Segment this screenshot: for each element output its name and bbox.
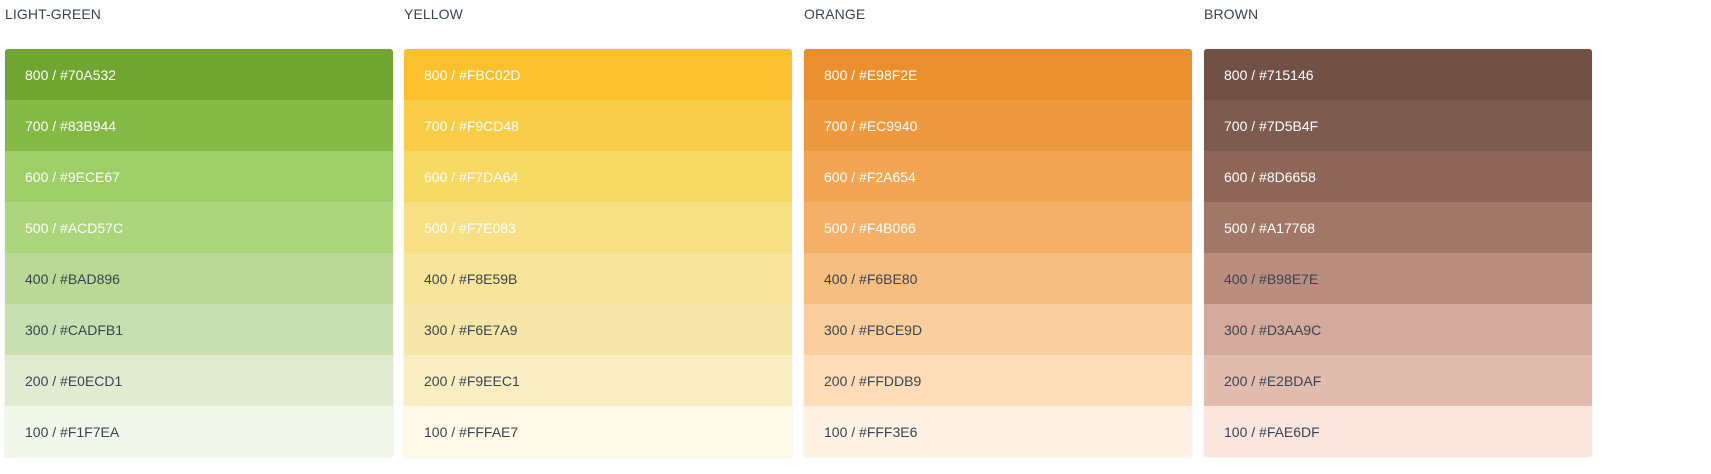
swatch-label: 100 / #FFFAE7: [424, 423, 519, 440]
swatch-label: 800 / #E98F2E: [824, 66, 918, 83]
swatch-label: 300 / #D3AA9C: [1224, 321, 1322, 338]
palette-title: YELLOW: [404, 6, 463, 22]
swatch-list: 800 / #715146 700 / #7D5B4F 600 / #8D665…: [1204, 49, 1592, 457]
swatch-label: 400 / #BAD896: [25, 270, 120, 287]
swatch-400[interactable]: 400 / #F6BE80: [804, 253, 1192, 304]
swatch-label: 600 / #8D6658: [1224, 168, 1316, 185]
swatch-label: 200 / #E2BDAF: [1224, 372, 1322, 389]
swatch-label: 400 / #F6BE80: [824, 270, 918, 287]
swatch-label: 100 / #F1F7EA: [25, 423, 120, 440]
swatch-100[interactable]: 100 / #FFFAE7: [404, 406, 792, 457]
palette-title: LIGHT-GREEN: [5, 6, 102, 22]
swatch-100[interactable]: 100 / #F1F7EA: [5, 406, 393, 457]
swatch-500[interactable]: 500 / #A17768: [1204, 202, 1592, 253]
swatch-label: 300 / #FBCE9D: [824, 321, 923, 338]
swatch-label: 500 / #F7E083: [424, 219, 516, 236]
swatch-300[interactable]: 300 / #FBCE9D: [804, 304, 1192, 355]
swatch-label: 100 / #FFF3E6: [824, 423, 918, 440]
swatch-label: 600 / #9ECE67: [25, 168, 120, 185]
swatch-200[interactable]: 200 / #FFDDB9: [804, 355, 1192, 406]
swatch-500[interactable]: 500 / #F4B066: [804, 202, 1192, 253]
swatch-800[interactable]: 800 / #715146: [1204, 49, 1592, 100]
swatch-500[interactable]: 500 / #F7E083: [404, 202, 792, 253]
swatch-list: 800 / #70A532 700 / #83B944 600 / #9ECE6…: [5, 49, 393, 457]
swatch-label: 200 / #E0ECD1: [25, 372, 123, 389]
swatch-600[interactable]: 600 / #F7DA64: [404, 151, 792, 202]
swatch-800[interactable]: 800 / #70A532: [5, 49, 393, 100]
palette-title: ORANGE: [804, 6, 866, 22]
swatch-label: 800 / #715146: [1224, 66, 1314, 83]
swatch-200[interactable]: 200 / #F9EEC1: [404, 355, 792, 406]
swatch-label: 500 / #A17768: [1224, 219, 1316, 236]
swatch-300[interactable]: 300 / #D3AA9C: [1204, 304, 1592, 355]
color-palettes: LIGHT-GREEN 800 / #70A532 700 / #83B944 …: [0, 0, 1711, 474]
swatch-label: 100 / #FAE6DF: [1224, 423, 1320, 440]
swatch-label: 400 / #B98E7E: [1224, 270, 1319, 287]
swatch-label: 800 / #70A532: [25, 66, 117, 83]
swatch-label: 600 / #F2A654: [824, 168, 916, 185]
swatch-label: 300 / #CADFB1: [25, 321, 124, 338]
swatch-200[interactable]: 200 / #E0ECD1: [5, 355, 393, 406]
swatch-label: 500 / #F4B066: [824, 219, 916, 236]
swatch-700[interactable]: 700 / #F9CD48: [404, 100, 792, 151]
swatch-700[interactable]: 700 / #7D5B4F: [1204, 100, 1592, 151]
swatch-list: 800 / #E98F2E 700 / #EC9940 600 / #F2A65…: [804, 49, 1192, 457]
palette-title: BROWN: [1204, 6, 1259, 22]
swatch-label: 400 / #F8E59B: [424, 270, 518, 287]
swatch-label: 300 / #F6E7A9: [424, 321, 518, 338]
swatch-500[interactable]: 500 / #ACD57C: [5, 202, 393, 253]
swatch-300[interactable]: 300 / #F6E7A9: [404, 304, 792, 355]
swatch-100[interactable]: 100 / #FAE6DF: [1204, 406, 1592, 457]
swatch-label: 200 / #FFDDB9: [824, 372, 922, 389]
swatch-600[interactable]: 600 / #9ECE67: [5, 151, 393, 202]
swatch-label: 700 / #F9CD48: [424, 117, 519, 134]
swatch-100[interactable]: 100 / #FFF3E6: [804, 406, 1192, 457]
swatch-label: 700 / #83B944: [25, 117, 117, 134]
swatch-700[interactable]: 700 / #83B944: [5, 100, 393, 151]
swatch-400[interactable]: 400 / #F8E59B: [404, 253, 792, 304]
swatch-400[interactable]: 400 / #BAD896: [5, 253, 393, 304]
swatch-600[interactable]: 600 / #8D6658: [1204, 151, 1592, 202]
swatch-label: 500 / #ACD57C: [25, 219, 124, 236]
swatch-label: 800 / #FBC02D: [424, 66, 521, 83]
swatch-800[interactable]: 800 / #FBC02D: [404, 49, 792, 100]
swatch-label: 200 / #F9EEC1: [424, 372, 520, 389]
swatch-label: 700 / #EC9940: [824, 117, 918, 134]
swatch-400[interactable]: 400 / #B98E7E: [1204, 253, 1592, 304]
swatch-600[interactable]: 600 / #F2A654: [804, 151, 1192, 202]
swatch-800[interactable]: 800 / #E98F2E: [804, 49, 1192, 100]
swatch-label: 700 / #7D5B4F: [1224, 117, 1319, 134]
swatch-700[interactable]: 700 / #EC9940: [804, 100, 1192, 151]
swatch-label: 600 / #F7DA64: [424, 168, 519, 185]
swatch-list: 800 / #FBC02D 700 / #F9CD48 600 / #F7DA6…: [404, 49, 792, 457]
swatch-200[interactable]: 200 / #E2BDAF: [1204, 355, 1592, 406]
swatch-300[interactable]: 300 / #CADFB1: [5, 304, 393, 355]
